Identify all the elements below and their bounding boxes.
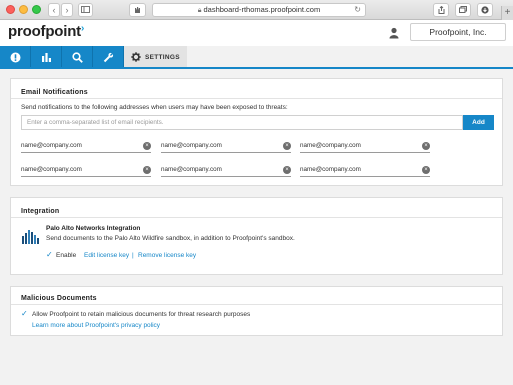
email-notifications-card: Email Notifications Send notifications t… — [10, 78, 503, 186]
zoom-window-button[interactable] — [32, 5, 41, 14]
extension-button[interactable] — [129, 3, 146, 17]
close-window-button[interactable] — [6, 5, 15, 14]
remove-recipient-icon[interactable]: × — [422, 166, 430, 174]
share-icon — [438, 5, 444, 14]
recipient-chip: name@company.com × — [300, 165, 430, 177]
sidebar-icon — [81, 6, 90, 13]
tab-settings-label: SETTINGS — [145, 53, 180, 61]
palo-alto-networks-icon — [21, 227, 39, 245]
retain-documents-checkbox[interactable]: ✓ — [21, 310, 29, 318]
integration-description: Send documents to the Palo Alto Wildfire… — [46, 235, 295, 242]
bar-chart-icon — [41, 52, 51, 62]
link-separator: | — [132, 252, 134, 259]
account-button[interactable]: Proofpoint, Inc. — [410, 23, 506, 41]
hand-icon — [135, 7, 140, 13]
recipient-email: name@company.com — [161, 142, 222, 149]
add-recipients-button[interactable]: Add — [463, 115, 494, 130]
recipient-chip: name@company.com × — [161, 141, 291, 153]
wrench-icon — [103, 52, 113, 62]
enable-checkbox[interactable]: ✓ — [46, 251, 54, 259]
remove-recipient-icon[interactable]: × — [283, 166, 291, 174]
tab-search[interactable] — [62, 46, 93, 68]
remove-recipient-icon[interactable]: × — [143, 166, 151, 174]
lock-icon: 🔒︎ — [197, 7, 202, 14]
browser-toolbar: ‹ › 🔒︎ dashboard-rthomas.proofpoint.com ↻… — [0, 0, 513, 20]
back-button[interactable]: ‹ — [48, 3, 60, 17]
email-notifications-title: Email Notifications — [21, 89, 88, 96]
user-icon — [389, 27, 399, 39]
integration-name: Palo Alto Networks Integration — [46, 225, 141, 232]
email-recipients-input[interactable]: Enter a comma-separated list of email re… — [21, 115, 463, 130]
sidebar-toggle-button[interactable] — [78, 3, 93, 17]
malicious-documents-title: Malicious Documents — [21, 295, 97, 302]
logo-text: proofpoint — [8, 23, 81, 40]
reload-icon[interactable]: ↻ — [354, 4, 361, 16]
privacy-policy-link[interactable]: Learn more about Proofpoint's privacy po… — [32, 322, 160, 329]
minimize-window-button[interactable] — [19, 5, 28, 14]
logo-mark: › — [80, 23, 85, 34]
remove-license-key-link[interactable]: Remove license key — [138, 252, 196, 259]
section-divider — [11, 304, 502, 305]
recipient-email: name@company.com — [21, 142, 82, 149]
app-header: proofpoint› Proofpoint, Inc. — [0, 20, 513, 46]
remove-recipient-icon[interactable]: × — [422, 142, 430, 150]
malicious-documents-card: Malicious Documents ✓ Allow Proofpoint t… — [10, 286, 503, 336]
search-icon — [71, 51, 83, 63]
retain-documents-label: Allow Proofpoint to retain malicious doc… — [32, 311, 251, 318]
integration-card: Integration Palo Alto Networks Integrati… — [10, 197, 503, 275]
recipient-email: name@company.com — [300, 166, 361, 173]
tab-alerts[interactable] — [0, 46, 31, 68]
recipient-chip: name@company.com × — [21, 165, 151, 177]
gear-icon — [131, 52, 141, 62]
enable-label: Enable — [56, 252, 77, 259]
tabs-icon — [459, 6, 467, 13]
tab-settings[interactable]: SETTINGS — [124, 46, 187, 68]
address-bar[interactable]: 🔒︎ dashboard-rthomas.proofpoint.com ↻ — [152, 3, 366, 17]
proofpoint-logo[interactable]: proofpoint› — [8, 23, 84, 40]
downloads-button[interactable] — [477, 3, 493, 17]
url-text: dashboard-rthomas.proofpoint.com — [203, 5, 321, 14]
tab-tools[interactable] — [93, 46, 124, 68]
nav-accent-strip — [0, 67, 513, 69]
section-divider — [11, 98, 502, 99]
recipient-chip: name@company.com × — [300, 141, 430, 153]
download-icon — [481, 6, 489, 14]
new-tab-button[interactable]: + — [501, 6, 513, 20]
tab-reports[interactable] — [31, 46, 62, 68]
alert-icon — [10, 52, 20, 62]
recipient-email: name@company.com — [161, 166, 222, 173]
edit-license-key-link[interactable]: Edit license key — [84, 252, 129, 259]
forward-button[interactable]: › — [61, 3, 73, 17]
integration-title: Integration — [21, 208, 60, 215]
remove-recipient-icon[interactable]: × — [283, 142, 291, 150]
email-notifications-description: Send notifications to the following addr… — [21, 104, 288, 111]
main-nav: SETTINGS — [0, 46, 513, 69]
tabs-button[interactable] — [455, 3, 471, 17]
recipient-chip: name@company.com × — [21, 141, 151, 153]
remove-recipient-icon[interactable]: × — [143, 142, 151, 150]
recipient-chip: name@company.com × — [161, 165, 291, 177]
recipient-email: name@company.com — [300, 142, 361, 149]
share-button[interactable] — [433, 3, 449, 17]
recipient-email: name@company.com — [21, 166, 82, 173]
section-divider — [11, 217, 502, 218]
